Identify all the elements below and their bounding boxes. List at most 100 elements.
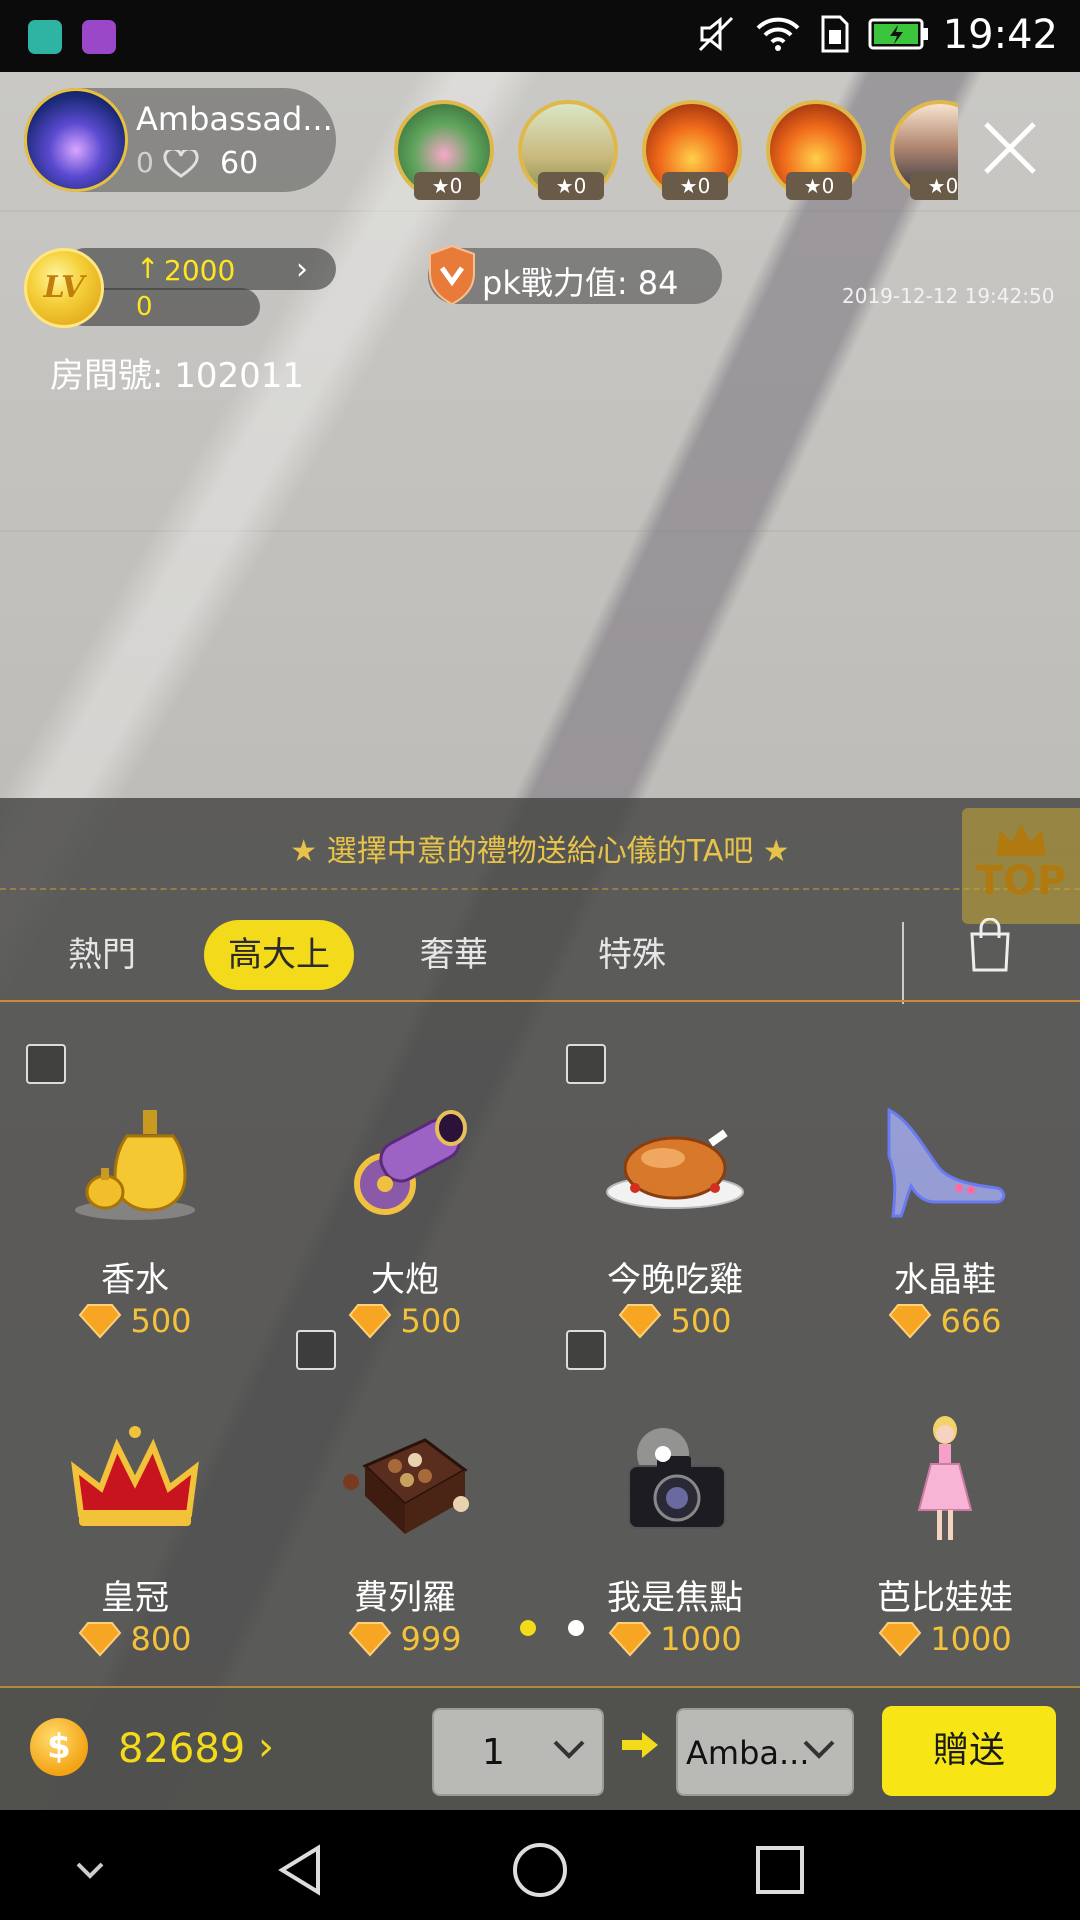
gift-hint: ★ 選擇中意的禮物送給心儀的TA吧 ★ [290,834,790,869]
send-gift-button[interactable]: 贈送 [882,1706,1056,1796]
gift-price: 1000 [930,1620,1012,1658]
diamond-icon [608,1622,652,1657]
page-dot-active [520,1620,536,1636]
hearts-count: 0 [136,146,154,179]
recipient-select[interactable]: Amba... [676,1708,854,1796]
coin-balance[interactable]: 82689 [118,1726,245,1772]
animated-tag-icon [566,1044,606,1084]
bag-button[interactable] [968,917,1012,972]
mute-icon [696,14,736,58]
gift-price: 800 [130,1620,192,1658]
nav-recents-button[interactable] [750,1840,810,1900]
gift-price-row: 800 [0,1620,270,1660]
level-up-arrow-icon: ↑ [136,252,160,285]
crystal-shoe-icon [887,1107,1006,1218]
host-hearts: 0 [136,146,199,179]
gift-panel: ★ 選擇中意的禮物送給心儀的TA吧 ★ TOP 熱門 高大上 奢華 特殊 香水 [0,798,1080,1810]
tab-special[interactable]: 特殊 [574,920,690,990]
gift-name: 今晚吃雞 [607,1260,743,1300]
close-button[interactable] [976,114,1044,182]
host-name: Ambassad... [136,100,333,138]
timestamp: 2019-12-12 19:42:50 [842,284,1055,308]
gift-name: 大炮 [371,1260,439,1300]
quantity-value: 1 [482,1732,505,1773]
crown-icon [996,824,1046,856]
close-icon [984,122,1036,174]
nav-back-button[interactable] [272,1840,332,1900]
gift-item[interactable]: 香水 500 [0,1012,270,1340]
gift-name: 我是焦點 [607,1578,743,1618]
tabs-underline [0,1000,1080,1002]
gift-price: 1000 [660,1620,742,1658]
shield-icon [428,244,476,306]
gift-name: 費列羅 [354,1578,456,1618]
viewer-star-badge: ★0 [910,172,958,200]
viewer-star-badge: ★0 [414,172,480,200]
gift-name: 水晶鞋 [894,1260,996,1300]
recipient-value: Amba... [686,1734,806,1772]
gift-item[interactable]: 大炮 500 [270,1012,540,1340]
crown-icon [71,1426,199,1526]
host-fans-count: 60 [220,146,259,181]
roast-chicken-icon [606,1129,744,1209]
diamond-icon [349,1622,392,1657]
chevron-down-icon [553,1740,585,1759]
send-bar: $ 82689 › 1 Amba... 贈送 [0,1686,1080,1810]
gift-item[interactable]: 芭比娃娃 1000 [810,1330,1080,1658]
nav-collapse-button[interactable] [60,1840,120,1900]
system-nav-bar [0,1810,1080,1920]
viewer-avatar[interactable]: ★0 [394,100,494,200]
viewer-star-badge: ★0 [662,172,728,200]
chevron-down-icon [803,1740,835,1759]
viewer-star-badge: ★0 [786,172,852,200]
room-number: 房間號: 102011 [50,356,305,396]
viewer-avatar[interactable]: ★0 [890,100,958,200]
page-dot [568,1620,584,1636]
viewer-list[interactable]: ★0 ★0 ★0 ★0 ★0 [392,100,958,204]
gift-price-row: 1000 [810,1620,1080,1660]
gift-item[interactable]: 皇冠 800 [0,1330,270,1658]
viewer-avatar[interactable]: ★0 [642,100,742,200]
recharge-chevron-icon[interactable]: › [258,1724,274,1770]
top-button[interactable]: TOP [962,808,1080,924]
status-icons [696,14,930,58]
back-triangle-icon [278,1844,320,1896]
host-avatar[interactable] [24,88,128,192]
barbie-doll-icon [917,1416,973,1540]
gift-name: 香水 [101,1260,169,1300]
animated-tag-icon [296,1330,336,1370]
heart-icon [163,146,199,179]
divider [902,922,904,1004]
tab-premium[interactable]: 高大上 [204,920,354,990]
gift-item[interactable]: 今晚吃雞 500 [540,1012,810,1340]
gift-item[interactable]: 水晶鞋 666 [810,1012,1080,1340]
gift-price-row: 999 [270,1620,540,1660]
level-sub-value: 0 [136,292,153,322]
tab-hot[interactable]: 熱門 [44,920,160,990]
camera-icon [628,1428,726,1529]
gift-item[interactable]: 費列羅 999 [270,1330,540,1658]
gift-price: 999 [400,1620,462,1658]
clock: 19:42 [942,12,1058,58]
gift-name: 芭比娃娃 [877,1578,1013,1618]
page-indicator [520,1620,600,1640]
chevron-right-icon: › [296,252,308,287]
tab-luxury[interactable]: 奢華 [396,920,512,990]
viewer-avatar[interactable]: ★0 [518,100,618,200]
arrow-right-icon [622,1732,658,1758]
pk-power-label: pk戰力值: 84 [482,264,679,302]
top-label: TOP [975,858,1067,904]
gallery-icon [82,20,116,54]
status-bar: 19:42 [0,0,1080,72]
level-value: 2000 [164,254,236,287]
battery-charging-icon [868,17,930,55]
viewer-avatar[interactable]: ★0 [766,100,866,200]
gift-grid: 香水 500 大炮 500 今晚吃雞 500 水晶鞋 666 皇冠 800 費列… [0,1012,1080,1658]
wifi-icon [754,14,802,58]
shopping-bag-icon [970,917,1010,972]
level-bar[interactable]: LV ↑ 2000 0 › [24,248,336,328]
quantity-select[interactable]: 1 [432,1708,604,1796]
gift-item[interactable]: 我是焦點 1000 [540,1330,810,1658]
host-card[interactable]: Ambassad... 0 60 [24,88,336,192]
nav-home-button[interactable] [510,1840,570,1900]
